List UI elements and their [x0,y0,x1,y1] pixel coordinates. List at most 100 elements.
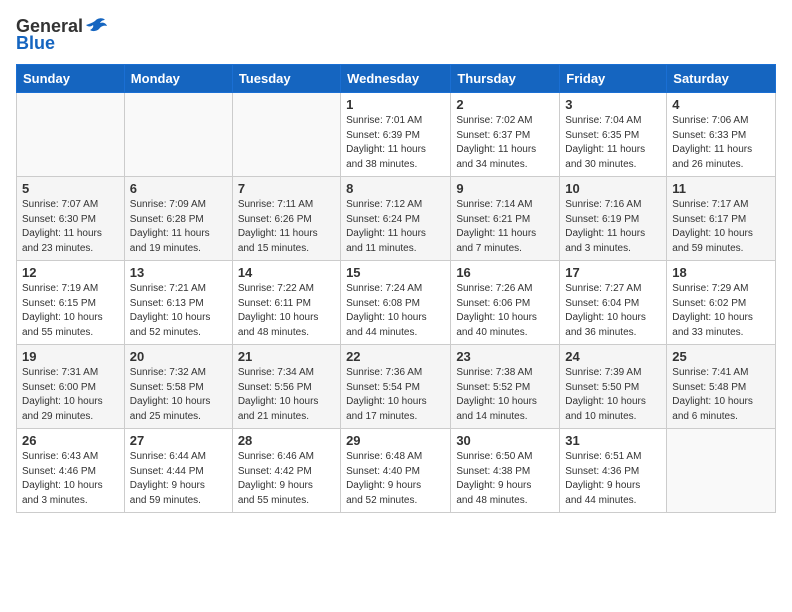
day-number: 29 [346,433,445,448]
calendar-cell: 22 Sunrise: 7:36 AM Sunset: 5:54 PM Dayli… [341,345,451,429]
calendar-cell: 10Sunrise: 7:16 AM Sunset: 6:19 PM Dayli… [560,177,667,261]
day-number: 27 [130,433,227,448]
day-info: Sunrise: 7:07 AM Sunset: 6:30 PM Dayligh… [22,198,119,256]
calendar-cell: 6Sunrise: 7:09 AM Sunset: 6:28 PM Daylig… [124,177,232,261]
calendar-cell: 17Sunrise: 7:27 AM Sunset: 6:04 PM Dayli… [560,261,667,345]
calendar-cell: 7 Sunrise: 7:11 AM Sunset: 6:26 PM Daylig… [232,177,340,261]
day-info: Sunrise: 7:31 AM Sunset: 6:00 PM Dayligh… [22,366,119,424]
weekday-header-saturday: Saturday [667,65,776,93]
weekday-header-friday: Friday [560,65,667,93]
day-info: Sunrise: 7:19 AM Sunset: 6:15 PM Dayligh… [22,282,119,340]
day-info: Sunrise: 7:32 AM Sunset: 5:58 PM Dayligh… [130,366,227,424]
calendar-header-row: SundayMondayTuesdayWednesdayThursdayFrid… [17,65,776,93]
day-number: 2 [456,97,554,112]
day-number: 25 [672,349,770,364]
weekday-header-monday: Monday [124,65,232,93]
calendar-cell: 8Sunrise: 7:12 AM Sunset: 6:24 PM Daylig… [341,177,451,261]
day-info: Sunrise: 6:48 AM Sunset: 4:40 PM Dayligh… [346,450,445,508]
day-number: 11 [672,181,770,196]
day-info: Sunrise: 7:12 AM Sunset: 6:24 PM Dayligh… [346,198,445,256]
calendar-cell: 1 Sunrise: 7:01 AM Sunset: 6:39 PM Daylig… [341,93,451,177]
calendar-cell: 21 Sunrise: 7:34 AM Sunset: 5:56 PM Dayli… [232,345,340,429]
calendar-cell: 11 Sunrise: 7:17 AM Sunset: 6:17 PM Dayli… [667,177,776,261]
logo-blue-text: Blue [16,33,55,54]
day-number: 14 [238,265,335,280]
day-number: 4 [672,97,770,112]
day-number: 9 [456,181,554,196]
day-info: Sunrise: 7:34 AM Sunset: 5:56 PM Dayligh… [238,366,335,424]
day-info: Sunrise: 7:14 AM Sunset: 6:21 PM Dayligh… [456,198,554,256]
calendar-week-row: 19 Sunrise: 7:31 AM Sunset: 6:00 PM Dayli… [17,345,776,429]
calendar-table: SundayMondayTuesdayWednesdayThursdayFrid… [16,64,776,513]
calendar-cell [124,93,232,177]
calendar-cell [232,93,340,177]
calendar-cell: 9 Sunrise: 7:14 AM Sunset: 6:21 PM Daylig… [451,177,560,261]
day-number: 22 [346,349,445,364]
day-info: Sunrise: 7:38 AM Sunset: 5:52 PM Dayligh… [456,366,554,424]
day-info: Sunrise: 7:21 AM Sunset: 6:13 PM Dayligh… [130,282,227,340]
day-info: Sunrise: 6:44 AM Sunset: 4:44 PM Dayligh… [130,450,227,508]
calendar-cell: 15 Sunrise: 7:24 AM Sunset: 6:08 PM Dayli… [341,261,451,345]
calendar-cell: 12 Sunrise: 7:19 AM Sunset: 6:15 PM Dayli… [17,261,125,345]
calendar-cell: 28 Sunrise: 6:46 AM Sunset: 4:42 PM Dayli… [232,429,340,513]
header: General Blue [16,16,776,54]
day-info: Sunrise: 7:41 AM Sunset: 5:48 PM Dayligh… [672,366,770,424]
calendar-cell: 13 Sunrise: 7:21 AM Sunset: 6:13 PM Dayli… [124,261,232,345]
day-info: Sunrise: 7:02 AM Sunset: 6:37 PM Dayligh… [456,114,554,172]
calendar-cell: 26Sunrise: 6:43 AM Sunset: 4:46 PM Dayli… [17,429,125,513]
weekday-header-thursday: Thursday [451,65,560,93]
calendar-week-row: 1 Sunrise: 7:01 AM Sunset: 6:39 PM Daylig… [17,93,776,177]
weekday-header-tuesday: Tuesday [232,65,340,93]
calendar-cell: 4 Sunrise: 7:06 AM Sunset: 6:33 PM Daylig… [667,93,776,177]
day-info: Sunrise: 7:16 AM Sunset: 6:19 PM Dayligh… [565,198,661,256]
day-number: 31 [565,433,661,448]
calendar-cell: 30 Sunrise: 6:50 AM Sunset: 4:38 PM Dayli… [451,429,560,513]
calendar-cell: 18Sunrise: 7:29 AM Sunset: 6:02 PM Dayli… [667,261,776,345]
calendar-cell: 5 Sunrise: 7:07 AM Sunset: 6:30 PM Daylig… [17,177,125,261]
day-number: 3 [565,97,661,112]
day-info: Sunrise: 7:06 AM Sunset: 6:33 PM Dayligh… [672,114,770,172]
day-number: 23 [456,349,554,364]
day-number: 1 [346,97,445,112]
day-info: Sunrise: 7:36 AM Sunset: 5:54 PM Dayligh… [346,366,445,424]
day-info: Sunrise: 7:17 AM Sunset: 6:17 PM Dayligh… [672,198,770,256]
calendar-week-row: 12 Sunrise: 7:19 AM Sunset: 6:15 PM Dayli… [17,261,776,345]
calendar-cell: 27 Sunrise: 6:44 AM Sunset: 4:44 PM Dayli… [124,429,232,513]
day-number: 28 [238,433,335,448]
day-number: 17 [565,265,661,280]
day-number: 26 [22,433,119,448]
logo-bird-icon [85,17,107,37]
day-number: 19 [22,349,119,364]
weekday-header-wednesday: Wednesday [341,65,451,93]
calendar-week-row: 5 Sunrise: 7:07 AM Sunset: 6:30 PM Daylig… [17,177,776,261]
calendar-cell [667,429,776,513]
day-number: 5 [22,181,119,196]
calendar-week-row: 26Sunrise: 6:43 AM Sunset: 4:46 PM Dayli… [17,429,776,513]
calendar-cell: 24Sunrise: 7:39 AM Sunset: 5:50 PM Dayli… [560,345,667,429]
day-number: 12 [22,265,119,280]
logo: General Blue [16,16,107,54]
day-number: 7 [238,181,335,196]
day-number: 30 [456,433,554,448]
day-info: Sunrise: 6:50 AM Sunset: 4:38 PM Dayligh… [456,450,554,508]
day-info: Sunrise: 7:22 AM Sunset: 6:11 PM Dayligh… [238,282,335,340]
day-info: Sunrise: 7:04 AM Sunset: 6:35 PM Dayligh… [565,114,661,172]
calendar-cell [17,93,125,177]
page: General Blue SundayMondayTuesdayWednesda… [0,0,792,612]
day-info: Sunrise: 7:01 AM Sunset: 6:39 PM Dayligh… [346,114,445,172]
day-number: 15 [346,265,445,280]
day-number: 18 [672,265,770,280]
calendar-cell: 16Sunrise: 7:26 AM Sunset: 6:06 PM Dayli… [451,261,560,345]
calendar-cell: 20Sunrise: 7:32 AM Sunset: 5:58 PM Dayli… [124,345,232,429]
calendar-cell: 25 Sunrise: 7:41 AM Sunset: 5:48 PM Dayli… [667,345,776,429]
calendar-cell: 31Sunrise: 6:51 AM Sunset: 4:36 PM Dayli… [560,429,667,513]
day-number: 13 [130,265,227,280]
day-info: Sunrise: 7:11 AM Sunset: 6:26 PM Dayligh… [238,198,335,256]
day-info: Sunrise: 6:46 AM Sunset: 4:42 PM Dayligh… [238,450,335,508]
weekday-header-sunday: Sunday [17,65,125,93]
calendar-cell: 19 Sunrise: 7:31 AM Sunset: 6:00 PM Dayli… [17,345,125,429]
day-info: Sunrise: 7:24 AM Sunset: 6:08 PM Dayligh… [346,282,445,340]
day-number: 24 [565,349,661,364]
day-number: 21 [238,349,335,364]
calendar-cell: 29 Sunrise: 6:48 AM Sunset: 4:40 PM Dayli… [341,429,451,513]
